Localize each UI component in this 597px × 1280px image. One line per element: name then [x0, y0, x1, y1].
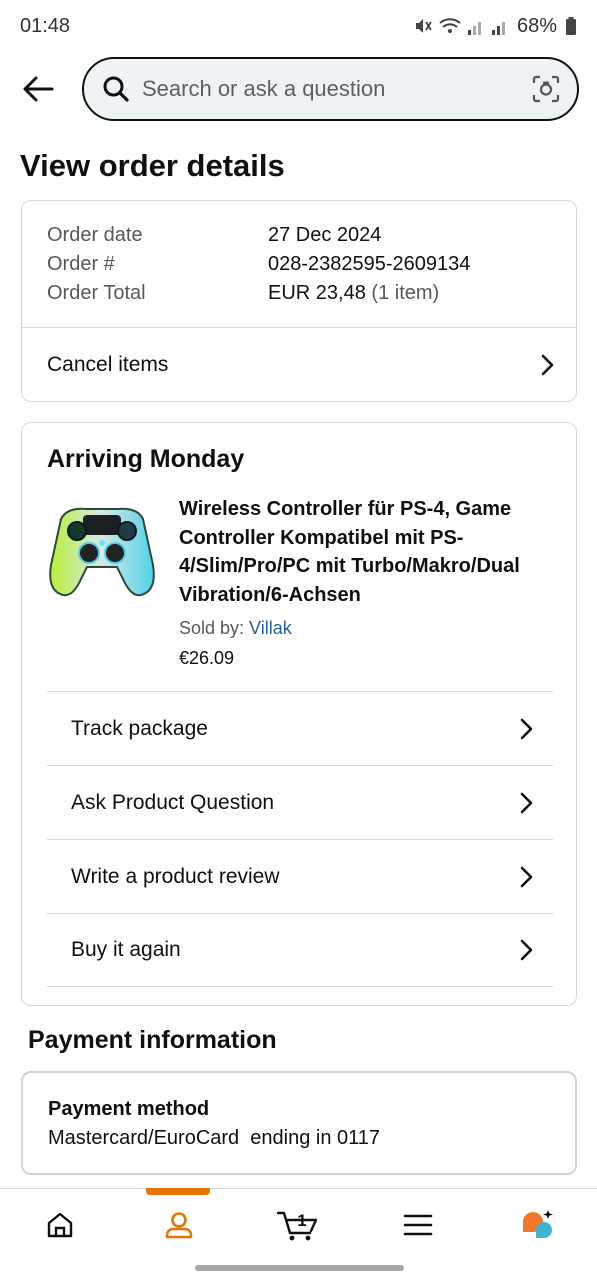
nav-home[interactable]: [0, 1189, 119, 1261]
search-icon: [103, 76, 129, 102]
camera-scan-icon[interactable]: [531, 74, 561, 104]
page-title: View order details: [20, 148, 285, 183]
sold-by-label: Sold by:: [179, 618, 250, 638]
nav-cart[interactable]: 1: [239, 1189, 358, 1261]
order-date-row: Order date 27 Dec 2024: [47, 221, 551, 250]
order-number-value: 028-2382595-2609134: [268, 253, 471, 275]
bottom-navigation: 1: [0, 1187, 597, 1261]
status-time: 01:48: [20, 14, 71, 37]
order-number-label: Order #: [47, 253, 115, 275]
chevron-right-icon: [520, 718, 533, 739]
order-number-row: Order # 028-2382595-2609134: [47, 250, 551, 279]
write-review-label: Write a product review: [71, 864, 280, 888]
order-total-label: Order Total: [47, 282, 146, 304]
signal-icon-2: [491, 22, 505, 35]
seller-link[interactable]: Villak: [249, 618, 292, 638]
product-price: €26.09: [179, 648, 235, 668]
payment-section-title: Payment information: [28, 1026, 277, 1054]
chevron-right-icon: [520, 939, 533, 961]
sold-by: Sold by: Villak: [179, 618, 292, 639]
product-title-link[interactable]: Wireless Controller für PS-4, Game Contr…: [179, 495, 553, 609]
gesture-navigation-bar[interactable]: [195, 1265, 404, 1271]
search-header: [0, 56, 597, 122]
chevron-right-icon: [541, 354, 554, 376]
order-total-row: Order Total EUR 23,48 (1 item): [47, 279, 551, 308]
shipment-actions: Track package Ask Product Question Write…: [47, 691, 553, 987]
order-info: Order date 27 Dec 2024 Order # 028-23825…: [22, 201, 576, 327]
shipment-card: Arriving Monday Wireless Controller für …: [21, 422, 577, 1006]
ask-product-question-link[interactable]: Ask Product Question: [47, 765, 553, 839]
nav-menu[interactable]: [358, 1189, 477, 1261]
status-bar: 01:48 68%: [0, 0, 597, 52]
search-input[interactable]: [142, 76, 531, 102]
ask-product-question-label: Ask Product Question: [71, 790, 275, 814]
track-package-link[interactable]: Track package: [47, 691, 553, 765]
signal-icon: [467, 22, 481, 35]
payment-method-label: Payment method: [48, 1098, 210, 1120]
battery-percentage: 68%: [516, 14, 557, 37]
buy-again-link[interactable]: Buy it again: [47, 913, 553, 987]
track-package-label: Track package: [71, 716, 208, 740]
menu-icon: [403, 1214, 433, 1235]
nav-account[interactable]: [120, 1187, 239, 1261]
chevron-right-icon: [520, 866, 533, 887]
home-icon: [47, 1212, 72, 1237]
product-image[interactable]: [47, 499, 157, 603]
cart-count: 1: [298, 1211, 307, 1230]
arrival-heading: Arriving Monday: [47, 445, 245, 473]
write-review-link[interactable]: Write a product review: [47, 839, 553, 913]
back-button[interactable]: [18, 69, 58, 109]
rufus-chat-icon: [523, 1209, 554, 1238]
wifi-icon: [439, 18, 461, 33]
battery-icon: [566, 17, 576, 35]
mute-icon: [415, 19, 432, 33]
order-total-value: EUR 23,48 (1 item): [268, 279, 439, 308]
order-date-value: 27 Dec 2024: [268, 224, 382, 246]
payment-method-card[interactable]: Payment method Mastercard/EuroCard endin…: [21, 1071, 577, 1175]
order-date-label: Order date: [47, 224, 143, 246]
account-icon: [165, 1211, 193, 1238]
cancel-items-link[interactable]: Cancel items: [22, 328, 576, 402]
payment-method-value: Mastercard/EuroCard ending in 0117: [48, 1127, 381, 1149]
search-bar[interactable]: [82, 57, 579, 121]
chevron-right-icon: [520, 792, 533, 813]
buy-again-label: Buy it again: [71, 938, 181, 961]
back-arrow-icon: [23, 76, 54, 102]
nav-rufus-assistant[interactable]: [478, 1189, 597, 1261]
order-total-amount: EUR 23,48: [268, 282, 366, 304]
cart-icon: 1: [277, 1211, 318, 1240]
active-tab-indicator: [145, 1187, 210, 1195]
status-indicators: 68%: [413, 15, 577, 38]
order-summary-card: Order date 27 Dec 2024 Order # 028-23825…: [21, 200, 577, 402]
cancel-items-label: Cancel items: [47, 353, 169, 376]
order-item-count: (1 item): [371, 282, 440, 304]
